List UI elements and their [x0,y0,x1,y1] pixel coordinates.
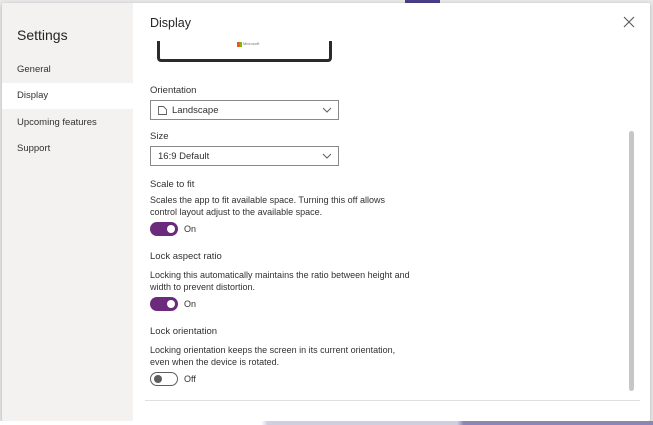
sidebar-item-upcoming-features[interactable]: Upcoming features [2,110,133,136]
orientation-dropdown[interactable]: Landscape [150,100,339,120]
close-icon [623,16,635,28]
preview-logo-text: Microsoft [243,41,260,46]
size-value: 16:9 Default [158,151,210,162]
lock-aspect-ratio-toggle[interactable] [150,297,178,311]
page-title: Display [150,16,191,30]
lock-orientation-description: Locking orientation keeps the screen in … [150,345,396,367]
size-label: Size [150,131,169,142]
sidebar-item-display[interactable]: Display [2,83,133,109]
chevron-down-icon [322,153,332,159]
sidebar-item-general[interactable]: General [2,57,133,83]
content-scrollbar[interactable] [629,131,634,391]
landscape-icon [158,106,167,115]
lock-orientation-state: Off [184,374,196,384]
scale-to-fit-toggle[interactable] [150,222,178,236]
close-button[interactable] [622,15,636,29]
microsoft-logo-icon [237,42,242,47]
lock-orientation-label: Lock orientation [150,326,218,337]
lock-aspect-ratio-label: Lock aspect ratio [150,251,222,262]
toggle-knob [167,300,175,308]
settings-sidebar: Settings General Display Upcoming featur… [2,3,133,421]
scale-to-fit-label: Scale to fit [150,179,195,190]
toggle-knob [154,375,162,383]
sidebar-item-support[interactable]: Support [2,136,133,162]
footer-divider [145,400,640,401]
lock-aspect-ratio-description: Locking this automatically maintains the… [150,270,410,292]
scale-to-fit-state: On [184,224,197,234]
lock-orientation-toggle[interactable] [150,372,178,386]
scale-to-fit-description: Scales the app to fit available space. T… [150,195,385,217]
orientation-value: Landscape [172,105,219,116]
lock-aspect-ratio-state: On [184,299,197,309]
size-dropdown[interactable]: 16:9 Default [150,146,339,166]
screen-preview: Microsoft [157,41,332,62]
sidebar-title: Settings [17,27,68,43]
settings-dialog: Settings General Display Upcoming featur… [2,3,650,421]
orientation-label: Orientation [150,85,197,96]
background-bottom-strip [0,421,653,425]
chevron-down-icon [322,107,332,113]
toggle-knob [167,225,175,233]
